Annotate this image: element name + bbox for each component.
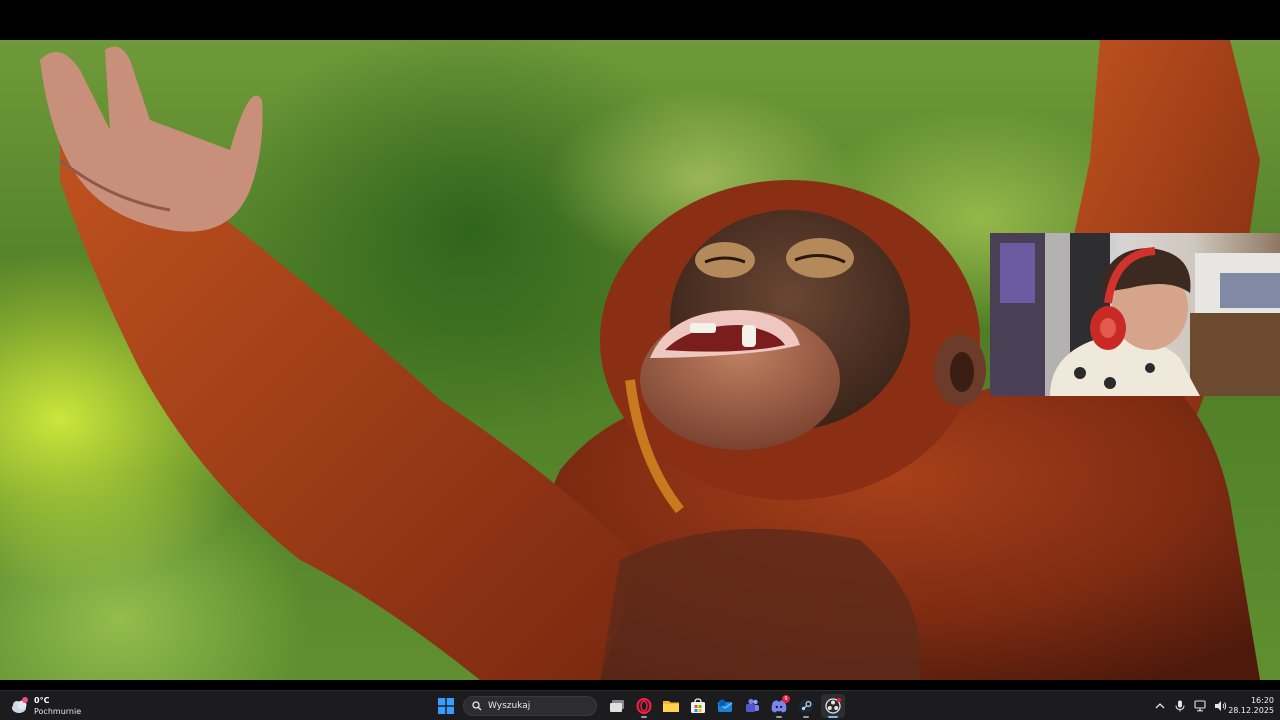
- opera-gx-button[interactable]: [632, 694, 656, 718]
- network-icon: [1194, 700, 1206, 712]
- steam-button[interactable]: [794, 694, 818, 718]
- cloud-icon: [10, 696, 30, 716]
- microphone-icon: [1175, 700, 1185, 712]
- search-placeholder: Wyszukaj: [488, 701, 531, 711]
- teams-button[interactable]: [740, 694, 764, 718]
- task-view-icon: [610, 700, 624, 712]
- search-icon: [472, 701, 482, 711]
- search-box[interactable]: Wyszukaj: [463, 696, 597, 716]
- windows-logo-icon: [438, 698, 454, 714]
- running-indicator: [641, 716, 647, 718]
- opera-icon: [636, 698, 652, 714]
- steam-icon: [799, 699, 813, 713]
- microphone-button[interactable]: [1170, 696, 1190, 716]
- store-icon: [691, 698, 705, 713]
- start-button[interactable]: [434, 694, 458, 718]
- taskbar-apps: Wyszukaj 9: [434, 694, 848, 718]
- chevron-up-icon: [1155, 703, 1165, 709]
- weather-condition: Pochmurnie: [34, 707, 82, 716]
- webcam-overlay: [990, 233, 1280, 396]
- obs-button[interactable]: [821, 694, 845, 718]
- microsoft-store-button[interactable]: [686, 694, 710, 718]
- system-tray: [1150, 694, 1230, 718]
- clock-time: 16:20: [1250, 696, 1274, 705]
- obs-icon: [825, 698, 841, 714]
- mail-icon: [717, 699, 733, 712]
- show-hidden-icons-button[interactable]: [1150, 696, 1170, 716]
- outlook-button[interactable]: [713, 694, 737, 718]
- weather-temperature: 0°C: [34, 696, 50, 705]
- weather-widget[interactable]: 0°C Pochmurnie: [10, 694, 81, 718]
- clock-date: 28.12.2025: [1228, 706, 1274, 715]
- running-indicator: [776, 716, 782, 718]
- running-indicator: [828, 716, 838, 718]
- folder-icon: [663, 701, 679, 712]
- notification-badge: 9: [782, 695, 790, 703]
- speaker-icon: [1214, 701, 1226, 711]
- clock[interactable]: 16:20 28.12.2025: [1226, 695, 1274, 717]
- teams-icon: [746, 698, 759, 712]
- discord-button[interactable]: 9: [767, 694, 791, 718]
- file-explorer-button[interactable]: [659, 694, 683, 718]
- running-indicator: [803, 716, 809, 718]
- task-view-button[interactable]: [605, 694, 629, 718]
- letterbox-top: [0, 0, 1280, 40]
- network-button[interactable]: [1190, 696, 1210, 716]
- taskbar: 0°C Pochmurnie Wyszukaj 9 16:20 28.12.20…: [0, 690, 1280, 720]
